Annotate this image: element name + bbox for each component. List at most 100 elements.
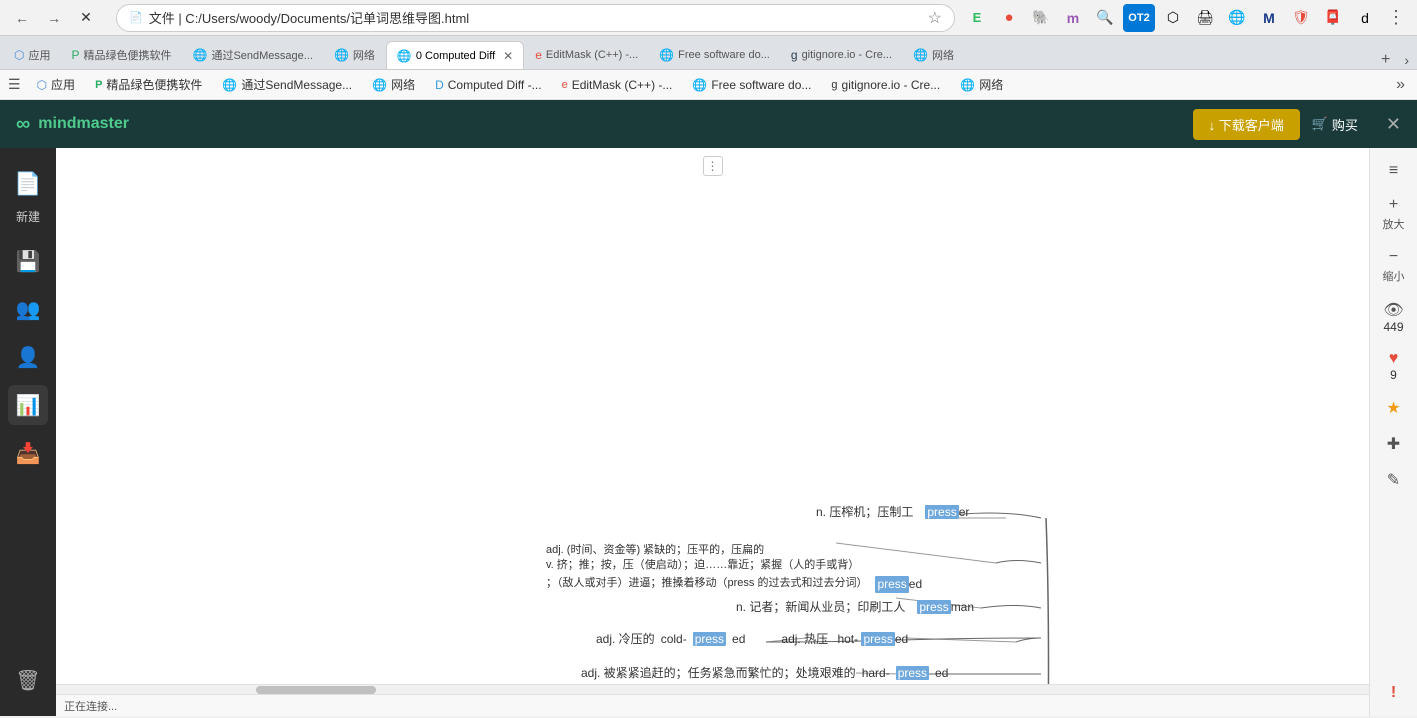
node-presser-text: n. 压榨机；压制工: [816, 503, 913, 520]
bookmark-network2[interactable]: 🌐 网络: [952, 74, 1011, 95]
edit-icon: ✎: [1387, 470, 1400, 490]
mindmaster-canvas[interactable]: ⋮: [56, 148, 1369, 684]
bookmark-network1[interactable]: 🌐 网络: [364, 74, 423, 95]
tab-free-software[interactable]: 🌐 Free software do...: [649, 41, 780, 69]
download-client-button[interactable]: ↓ 下载客户端: [1193, 109, 1300, 140]
app-close-button[interactable]: ✕: [1386, 114, 1401, 135]
tab-apps-label: 应用: [28, 47, 50, 63]
bookmark-apps-icon: ⬡: [37, 78, 47, 92]
new-tab-button[interactable]: +: [1375, 51, 1396, 69]
node-pressed-text3: ；（敌人或对手）进逼；推搡着移动（press 的过去式和过去分词）: [546, 576, 867, 591]
node-hot-section: adj. 热压 hot- pressed: [781, 630, 908, 647]
save-icon: 💾: [16, 249, 41, 274]
eye-icon: 👁: [1383, 300, 1403, 320]
zoom-in-icon: +: [1389, 196, 1398, 214]
bookmark-computed-diff[interactable]: D Computed Diff -...: [427, 76, 550, 94]
address-bar-text: 文件 | C:/Users/woody/Documents/记单词思维导图.ht…: [149, 8, 922, 27]
tab-sendmessage-label: 通过SendMessage...: [211, 47, 313, 63]
tab-green-software[interactable]: P 精品绿色便携软件: [61, 41, 181, 69]
node-pressed: adj. (时间、资金等) 紧缺的；压平的，压扁的 v. 挤；推；按，压（使启动…: [546, 543, 922, 593]
tab-more-button[interactable]: ›: [1400, 52, 1413, 68]
toolbar-icon-9[interactable]: M: [1255, 4, 1283, 32]
bookmark-free-software[interactable]: 🌐 Free software do...: [684, 76, 819, 94]
tab-computed-diff-label: 0 Computed Diff: [416, 50, 495, 62]
toolbar-icon-4[interactable]: 🔍: [1091, 4, 1119, 32]
sidebar-item-save[interactable]: 💾: [8, 241, 48, 281]
canvas-header-icon[interactable]: ⋮: [703, 156, 723, 176]
tab-network2[interactable]: 🌐 网络: [903, 41, 964, 69]
bookmark-send-icon: 🌐: [222, 78, 237, 92]
right-panel-zoom-out[interactable]: − 缩小: [1374, 242, 1414, 290]
toolbar-icon-7[interactable]: 🖨: [1191, 4, 1219, 32]
toolbar-icon-5[interactable]: OT2: [1123, 4, 1155, 32]
mindmaster-logo: ∞ mindmaster: [16, 113, 129, 136]
bookmark-star-icon[interactable]: ☆: [928, 8, 942, 28]
bookmarks-more-button[interactable]: »: [1392, 76, 1409, 94]
right-panel-star[interactable]: ★: [1374, 392, 1414, 424]
back-button[interactable]: ←: [8, 4, 36, 32]
toolbar-icon-11[interactable]: 📮: [1319, 4, 1347, 32]
tab-gitignore[interactable]: g gitignore.io - Cre...: [781, 41, 902, 69]
tab-computed-diff[interactable]: 🌐 0 Computed Diff ✕: [386, 41, 524, 69]
evernote-icon[interactable]: E: [963, 4, 991, 32]
tab-network1[interactable]: 🌐 网络: [324, 41, 385, 69]
toolbar-icon-6[interactable]: ⬡: [1159, 4, 1187, 32]
node-presser: n. 压榨机；压制工 presser: [816, 503, 969, 520]
mindmaster-app: ∞ mindmaster ↓ 下载客户端 🛒 购买 ✕ 📄 新建 💾 👥 👤: [0, 100, 1417, 716]
right-panel-zoom-in[interactable]: + 放大: [1374, 190, 1414, 238]
sidebar-item-import[interactable]: 📥: [8, 433, 48, 473]
buy-button[interactable]: 🛒 购买: [1312, 115, 1358, 134]
sidebar-item-user[interactable]: 👤: [8, 337, 48, 377]
mindmap-svg: [56, 148, 1369, 684]
toolbar-icon-3[interactable]: m: [1059, 4, 1087, 32]
bookmark-send-label: 通过SendMessage...: [241, 76, 352, 93]
tab-editmask[interactable]: e EditMask (C++) -...: [525, 41, 648, 69]
node-hard-suffix: ed: [935, 666, 948, 680]
toolbar-icon-8[interactable]: 🌐: [1223, 4, 1251, 32]
toolbar-icon-1[interactable]: ●: [995, 4, 1023, 32]
bookmark-gitignore[interactable]: g gitignore.io - Cre...: [823, 76, 948, 94]
cart-icon: 🛒: [1312, 116, 1328, 132]
scrollbar-thumb[interactable]: [256, 686, 376, 694]
bookmark-sendmessage[interactable]: 🌐 通过SendMessage...: [214, 74, 360, 95]
sidebar-item-table[interactable]: 📊: [8, 385, 48, 425]
bookmark-green-software[interactable]: P 精品绿色便携软件: [87, 74, 210, 95]
close-tab-button[interactable]: ✕: [72, 4, 100, 32]
right-panel-likes[interactable]: ♥ 9: [1374, 344, 1414, 388]
sidebar-item-team[interactable]: 👥: [8, 289, 48, 329]
bookmark-git-label: gitignore.io - Cre...: [842, 78, 941, 92]
toolbar-icon-2[interactable]: 🐘: [1027, 4, 1055, 32]
sidebar-item-new[interactable]: 📄: [8, 164, 48, 204]
browser-toolbar-icons: E ● 🐘 m 🔍 OT2 ⬡ 🖨 🌐 M 🛡 📮 d ⋮: [963, 4, 1409, 32]
menu-icon: ≡: [1389, 162, 1398, 180]
sidebar-item-trash[interactable]: 🗑: [8, 660, 48, 700]
forward-button[interactable]: →: [40, 4, 68, 32]
toolbar-icon-10[interactable]: 🛡: [1287, 4, 1315, 32]
right-panel-menu[interactable]: ≡: [1374, 156, 1414, 186]
tab-sendmessage[interactable]: 🌐 通过SendMessage...: [183, 41, 323, 69]
bookmark-green-label: 精品绿色便携软件: [106, 76, 202, 93]
team-icon: 👥: [16, 297, 41, 322]
right-panel-edit[interactable]: ✎: [1374, 464, 1414, 496]
bookmark-apps[interactable]: ⬡ 应用: [29, 74, 84, 95]
tab-free-software-label: Free software do...: [678, 49, 770, 61]
highlight-press-pressed: press: [875, 576, 908, 593]
tab-apps[interactable]: ⬡ 应用: [4, 41, 60, 69]
likes-count: 9: [1390, 368, 1397, 382]
toolbar-icon-12[interactable]: d: [1351, 4, 1379, 32]
node-pressed-text1: adj. (时间、资金等) 紧缺的；压平的，压扁的: [546, 543, 922, 558]
table-icon: 📊: [16, 393, 41, 418]
bookmark-editmask-label: EditMask (C++) -...: [572, 78, 673, 92]
right-panel-share[interactable]: ✚: [1374, 428, 1414, 460]
bookmarks-bar: ☰ ⬡ 应用 P 精品绿色便携软件 🌐 通过SendMessage... 🌐 网…: [0, 70, 1417, 100]
tab-close-icon[interactable]: ✕: [503, 49, 513, 63]
mindmaster-topbar-right: ↓ 下载客户端 🛒 购买 ✕: [1193, 109, 1401, 140]
more-menu-button[interactable]: ⋮: [1383, 7, 1409, 28]
right-panel-warning[interactable]: !: [1374, 678, 1414, 708]
address-bar[interactable]: 📄 文件 | C:/Users/woody/Documents/记单词思维导图.…: [116, 4, 955, 32]
bookmark-editmask[interactable]: e EditMask (C++) -...: [554, 76, 681, 94]
canvas-header: ⋮: [703, 156, 723, 176]
zoom-out-icon: −: [1389, 248, 1398, 266]
bookmark-net2-icon: 🌐: [960, 78, 975, 92]
horizontal-scrollbar[interactable]: [56, 684, 1369, 694]
